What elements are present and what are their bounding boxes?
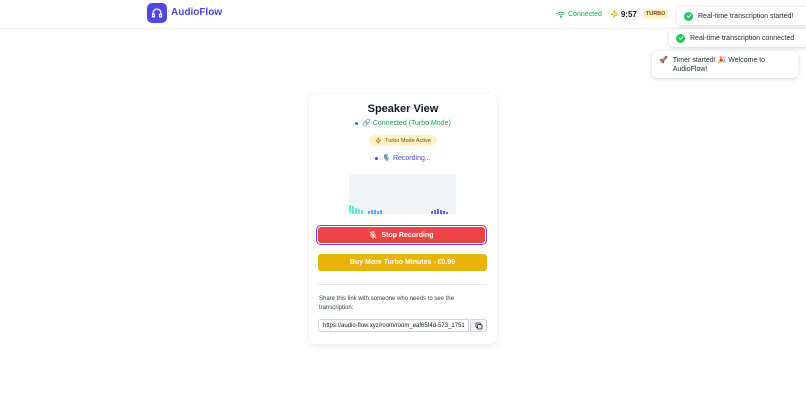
buy-turbo-label: Buy More Turbo Minutes - £0.99	[349, 259, 456, 266]
check-circle-icon	[676, 33, 685, 43]
rocket-icon: 🚀	[659, 57, 668, 64]
turbo-timer: 9:57	[610, 9, 637, 19]
toast-transcription-connected[interactable]: Real-time transcription connected	[669, 29, 806, 47]
toast-text: Real-time transcription connected	[690, 34, 795, 42]
page-title: Speaker View	[367, 103, 439, 115]
stop-recording-label: Stop Recording	[381, 231, 434, 239]
toast-text-line2: AudioFlow!	[672, 66, 708, 73]
lightning-icon	[610, 9, 618, 19]
toast-text-line1: Timer started! 🎉 Welcome to	[672, 57, 766, 64]
divider	[318, 284, 487, 285]
turbo-mode-text: Turbo Mode Active	[385, 137, 431, 144]
recording-status: 🎙️ Recording...	[309, 154, 497, 162]
header-status-bar: Connected 9:57 TURBO	[557, 8, 669, 20]
connection-status-text: Connected	[568, 10, 602, 18]
toast-timer-started[interactable]: 🚀 Timer started! 🎉 Welcome to AudioFlow!	[652, 51, 798, 78]
turbo-badge: TURBO	[642, 9, 669, 19]
toast-text: Timer started! 🎉 Welcome to AudioFlow!	[673, 56, 765, 74]
copy-link-button[interactable]	[470, 319, 487, 332]
audio-visualizer	[349, 174, 456, 214]
check-circle-icon	[684, 11, 693, 21]
connection-status-text: 🔗 Connected (Turbo Mode)	[362, 120, 451, 127]
status-dot	[355, 121, 359, 125]
turbo-mode-badge: Turbo Mode Active	[369, 135, 437, 146]
wifi-icon	[557, 11, 565, 18]
share-instructions: Share this link with someone who needs t…	[319, 296, 455, 311]
toast-transcription-started[interactable]: Real-time transcription started!	[677, 7, 806, 25]
mic-off-icon	[370, 231, 377, 239]
headphones-logo-icon[interactable]	[147, 3, 167, 23]
speaker-card: Speaker View 🔗 Connected (Turbo Mode) Tu…	[309, 94, 497, 344]
buy-turbo-minutes-button[interactable]: Buy More Turbo Minutes - £0.99	[318, 254, 487, 271]
recording-dot	[375, 156, 379, 160]
brand-name[interactable]: AudioFlow	[171, 7, 222, 18]
stop-recording-button[interactable]: Stop Recording	[318, 227, 485, 243]
toast-text: Real-time transcription started!	[698, 12, 794, 20]
connection-status: 🔗 Connected (Turbo Mode)	[309, 119, 497, 127]
recording-status-text: 🎙️ Recording...	[382, 155, 431, 162]
lightning-icon	[375, 137, 382, 144]
timer-value: 9:57	[620, 9, 637, 19]
share-link-field[interactable]: https://audio-flow.xyz/room/room_eaf65f4…	[318, 319, 469, 332]
connection-indicator: Connected	[557, 11, 602, 18]
copy-icon	[475, 322, 482, 329]
